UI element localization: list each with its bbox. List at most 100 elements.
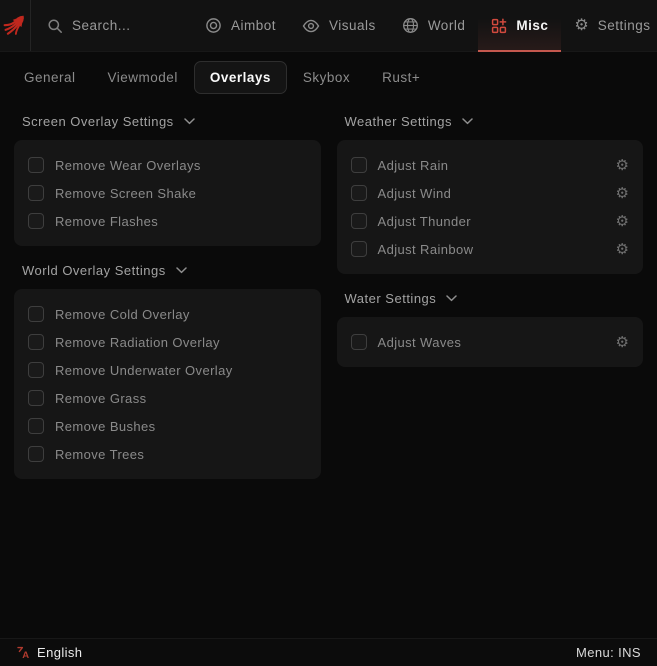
setting-label: Remove Cold Overlay xyxy=(55,306,190,322)
grid-plus-icon xyxy=(492,17,507,33)
checkbox[interactable] xyxy=(28,362,44,378)
nav-item-aimbot[interactable]: Aimbot xyxy=(192,0,289,51)
setting-label: Adjust Rainbow xyxy=(377,241,474,257)
right-column: Weather Settings Adjust Rain ⚙ Adjust Wi… xyxy=(336,102,644,367)
setting-row: Remove Cold Overlay xyxy=(28,300,307,328)
chevron-down-icon xyxy=(446,294,458,301)
globe-icon xyxy=(402,18,418,33)
gear-icon: ⚙ xyxy=(574,16,589,34)
chevron-down-icon xyxy=(183,117,195,124)
setting-label: Remove Screen Shake xyxy=(55,185,197,201)
setting-row: Remove Wear Overlays xyxy=(28,151,307,179)
setting-label: Adjust Wind xyxy=(377,185,452,201)
gear-icon[interactable]: ⚙ xyxy=(616,214,629,229)
tab-skybox[interactable]: Skybox xyxy=(287,61,366,94)
setting-row: Remove Screen Shake xyxy=(28,179,307,207)
checkbox[interactable] xyxy=(350,334,367,350)
section-title: Water Settings xyxy=(344,290,437,306)
tab-overlays[interactable]: Overlays xyxy=(193,60,287,94)
left-column: Screen Overlay Settings Remove Wear Over… xyxy=(14,102,321,479)
checkbox[interactable] xyxy=(350,241,367,257)
nav-item-misc[interactable]: Misc xyxy=(478,0,562,52)
screen-overlay-card: Remove Wear Overlays Remove Screen Shake… xyxy=(14,140,321,246)
setting-row: Remove Underwater Overlay xyxy=(28,356,307,384)
setting-row: Adjust Rainbow ⚙ xyxy=(350,235,629,263)
nav-label: World xyxy=(427,18,466,33)
setting-label: Remove Bushes xyxy=(55,418,156,434)
checkbox[interactable] xyxy=(350,157,367,173)
squid-logo-icon xyxy=(3,15,24,35)
section-header-world-overlay[interactable]: World Overlay Settings xyxy=(22,261,321,279)
app-logo xyxy=(0,0,31,51)
setting-label: Remove Radiation Overlay xyxy=(55,334,220,350)
search-box xyxy=(31,0,192,51)
nav-label: Visuals xyxy=(329,18,376,33)
eye-icon xyxy=(302,19,320,32)
setting-label: Remove Flashes xyxy=(55,213,159,229)
setting-row: Adjust Thunder ⚙ xyxy=(350,207,629,235)
section-title: Weather Settings xyxy=(344,113,452,129)
setting-row: Remove Grass xyxy=(28,384,307,412)
setting-row: Adjust Wind ⚙ xyxy=(350,179,629,207)
status-bar: A English Menu: INS xyxy=(0,638,657,666)
nav-label: Settings xyxy=(597,18,651,33)
setting-row: Remove Bushes xyxy=(28,412,307,440)
nav-item-visuals[interactable]: Visuals xyxy=(289,0,389,51)
checkbox[interactable] xyxy=(350,213,367,229)
setting-row: Adjust Rain ⚙ xyxy=(350,151,629,179)
setting-label: Adjust Waves xyxy=(377,334,462,350)
setting-row: Adjust Waves ⚙ xyxy=(350,328,629,356)
weather-settings-card: Adjust Rain ⚙ Adjust Wind ⚙ Adjust Thund… xyxy=(336,140,643,274)
checkbox[interactable] xyxy=(28,213,44,229)
setting-label: Remove Grass xyxy=(55,390,147,406)
setting-label: Remove Trees xyxy=(55,446,145,462)
gear-icon[interactable]: ⚙ xyxy=(616,158,629,173)
checkbox[interactable] xyxy=(28,334,44,350)
checkbox[interactable] xyxy=(28,446,44,462)
checkbox[interactable] xyxy=(28,418,44,434)
svg-text:A: A xyxy=(22,650,29,660)
nav-label: Aimbot xyxy=(231,18,277,33)
cheat-menu-window: Aimbot Visuals World xyxy=(0,0,657,666)
checkbox[interactable] xyxy=(28,390,44,406)
tab-rustplus[interactable]: Rust+ xyxy=(366,61,436,94)
chevron-down-icon xyxy=(462,117,473,124)
setting-label: Adjust Thunder xyxy=(377,213,472,229)
setting-row: Remove Radiation Overlay xyxy=(28,328,307,356)
target-icon xyxy=(206,18,221,33)
main-nav: Aimbot Visuals World Misc ⚙ Settings xyxy=(192,0,657,52)
world-overlay-card: Remove Cold Overlay Remove Radiation Ove… xyxy=(14,289,321,479)
nav-item-settings[interactable]: ⚙ Settings xyxy=(561,0,657,51)
tab-general[interactable]: General xyxy=(8,61,92,94)
nav-label: Misc xyxy=(516,18,549,33)
search-input[interactable] xyxy=(72,18,192,33)
translate-icon: A xyxy=(17,646,29,660)
checkbox[interactable] xyxy=(28,157,44,173)
gear-icon[interactable]: ⚙ xyxy=(616,335,629,350)
setting-row: Remove Flashes xyxy=(28,207,307,235)
language-label: English xyxy=(37,645,83,660)
water-settings-card: Adjust Waves ⚙ xyxy=(336,317,643,367)
chevron-down-icon xyxy=(175,266,187,273)
setting-label: Adjust Rain xyxy=(377,157,449,173)
setting-label: Remove Underwater Overlay xyxy=(55,362,233,378)
section-header-weather[interactable]: Weather Settings xyxy=(345,112,644,130)
top-bar: Aimbot Visuals World xyxy=(0,0,657,52)
section-header-water[interactable]: Water Settings xyxy=(345,289,644,307)
section-header-screen-overlay[interactable]: Screen Overlay Settings xyxy=(22,112,321,130)
checkbox[interactable] xyxy=(28,306,44,322)
checkbox[interactable] xyxy=(28,185,44,201)
menu-keybind-label: Menu: INS xyxy=(575,645,641,660)
sub-tabs: General Viewmodel Overlays Skybox Rust+ xyxy=(0,52,657,102)
gear-icon[interactable]: ⚙ xyxy=(616,186,629,201)
checkbox[interactable] xyxy=(350,185,367,201)
gear-icon[interactable]: ⚙ xyxy=(616,242,629,257)
search-icon xyxy=(48,18,62,33)
setting-label: Remove Wear Overlays xyxy=(55,157,201,173)
nav-item-world[interactable]: World xyxy=(389,0,479,51)
tab-viewmodel[interactable]: Viewmodel xyxy=(92,61,194,94)
section-title: World Overlay Settings xyxy=(22,262,166,278)
setting-row: Remove Trees xyxy=(28,440,307,468)
language-selector[interactable]: A English xyxy=(16,645,82,660)
section-title: Screen Overlay Settings xyxy=(22,113,174,129)
